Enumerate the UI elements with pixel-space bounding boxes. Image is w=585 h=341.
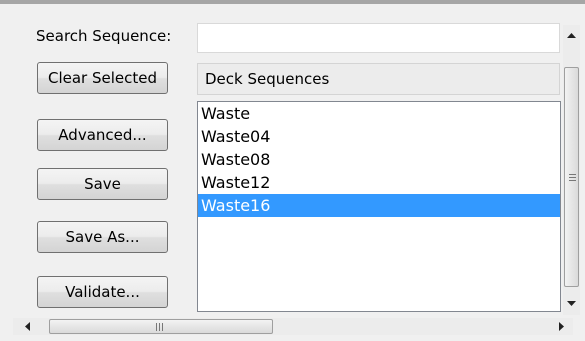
top-border: [0, 0, 585, 4]
horizontal-scrollbar[interactable]: [13, 318, 573, 335]
deck-sequences-header: Deck Sequences: [197, 63, 560, 95]
scroll-grip-icon: [156, 323, 165, 331]
horizontal-scroll-thumb[interactable]: [49, 319, 273, 334]
search-sequence-label: Search Sequence:: [36, 27, 172, 45]
save-button[interactable]: Save: [37, 168, 168, 200]
scroll-right-arrow-icon[interactable]: [553, 318, 570, 335]
save-as-button[interactable]: Save As...: [37, 221, 168, 253]
scroll-down-arrow-icon[interactable]: [563, 295, 580, 312]
list-item[interactable]: Waste: [198, 102, 560, 125]
scroll-up-arrow-icon[interactable]: [563, 27, 580, 44]
vertical-scroll-thumb[interactable]: [564, 67, 579, 287]
list-item-selected[interactable]: Waste16: [198, 194, 560, 217]
scroll-grip-icon: [569, 174, 576, 183]
advanced-button[interactable]: Advanced...: [37, 119, 168, 151]
deck-sequences-list[interactable]: Waste Waste04 Waste08 Waste12 Waste16: [197, 101, 561, 312]
search-sequence-input[interactable]: [197, 23, 560, 53]
scroll-left-arrow-icon[interactable]: [19, 318, 36, 335]
vertical-scrollbar[interactable]: [563, 25, 580, 315]
list-item[interactable]: Waste04: [198, 125, 560, 148]
validate-button[interactable]: Validate...: [37, 276, 168, 308]
clear-selected-button[interactable]: Clear Selected: [37, 62, 168, 94]
list-item[interactable]: Waste08: [198, 148, 560, 171]
list-item[interactable]: Waste12: [198, 171, 560, 194]
